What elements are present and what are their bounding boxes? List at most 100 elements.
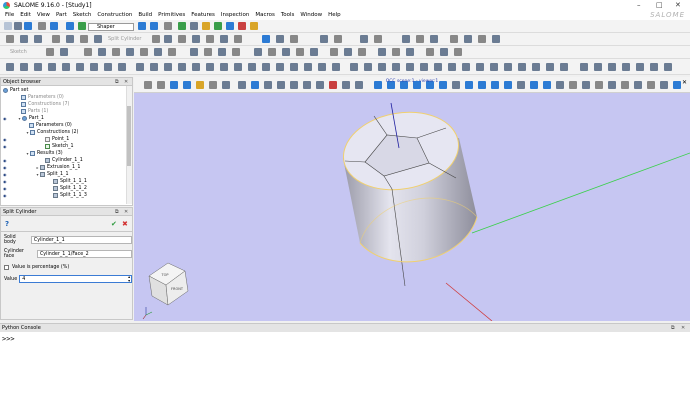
tool-icon[interactable]	[378, 48, 386, 56]
spin-arrows-icon[interactable]: ▴ ▾	[128, 275, 130, 283]
tool-icon[interactable]	[636, 63, 644, 71]
split-cylinder-tool[interactable]: Split Cylinder	[108, 33, 141, 46]
cylinder-face-field[interactable]: Cylinder_1_1/Face_2	[36, 250, 132, 258]
tool-icon[interactable]	[290, 63, 298, 71]
menu-macros[interactable]: Macros	[252, 11, 278, 20]
tree-scrollbar[interactable]	[126, 86, 132, 204]
tool-icon[interactable]	[90, 63, 98, 71]
float-icon[interactable]: ⧉	[115, 208, 119, 216]
tool-icon[interactable]	[268, 48, 276, 56]
tool-icon[interactable]	[416, 35, 424, 43]
tool-icon[interactable]	[262, 35, 270, 43]
tool-icon[interactable]	[532, 63, 540, 71]
tool-icon[interactable]	[164, 35, 172, 43]
tree-item[interactable]: ▸ Extrusion_1_1	[35, 164, 80, 171]
tool-icon[interactable]	[178, 35, 186, 43]
tool-icon[interactable]	[594, 63, 602, 71]
value-input[interactable]: 4	[22, 277, 25, 282]
tool-icon[interactable]	[310, 48, 318, 56]
tool-icon[interactable]	[192, 63, 200, 71]
paravis-icon[interactable]	[226, 22, 234, 30]
tool-icon[interactable]	[296, 48, 304, 56]
cancel-button[interactable]: ✖	[122, 220, 128, 228]
tool-icon[interactable]	[358, 48, 366, 56]
tool-icon[interactable]	[464, 35, 472, 43]
maximize-button[interactable]: □	[656, 0, 663, 11]
eye-icon[interactable]: ◉	[3, 137, 7, 142]
tool-icon[interactable]	[448, 63, 456, 71]
tool-icon[interactable]	[204, 48, 212, 56]
shaper-icon[interactable]	[202, 22, 210, 30]
tool-icon[interactable]	[48, 63, 56, 71]
tool-icon[interactable]	[234, 35, 242, 43]
tool-icon[interactable]	[454, 48, 462, 56]
tool-icon[interactable]	[374, 35, 382, 43]
value-spinbox[interactable]: 4 ▴ ▾	[19, 275, 133, 283]
tool-icon[interactable]	[608, 63, 616, 71]
tool-icon[interactable]	[168, 48, 176, 56]
tool-icon[interactable]	[392, 48, 400, 56]
tool-icon[interactable]	[66, 35, 74, 43]
menu-features[interactable]: Features	[188, 11, 218, 20]
tool-icon[interactable]	[104, 63, 112, 71]
menu-help[interactable]: Help	[325, 11, 344, 20]
smesh-icon[interactable]	[214, 22, 222, 30]
view-cube[interactable]: TOP FRONT	[148, 262, 189, 306]
tool-icon[interactable]	[318, 63, 326, 71]
occ-viewer[interactable]: ✕ OCC scene:1 - viewer:1 TOP FRONT	[134, 77, 690, 321]
tool-icon[interactable]	[476, 63, 484, 71]
eye-icon[interactable]: ◉	[3, 179, 7, 184]
tool-icon[interactable]	[478, 35, 486, 43]
tool-icon[interactable]	[80, 35, 88, 43]
tree-item[interactable]: Part set	[3, 87, 28, 94]
tree-item[interactable]: ▾ Constructions (2)	[25, 129, 78, 136]
float-icon[interactable]: ⧉	[671, 324, 675, 332]
tool-icon[interactable]	[34, 35, 42, 43]
tree-item[interactable]: Cylinder_1_1	[45, 157, 83, 164]
tool-icon[interactable]	[492, 35, 500, 43]
percentage-checkbox[interactable]	[4, 264, 9, 270]
tool-icon[interactable]	[622, 63, 630, 71]
yacs-icon[interactable]	[238, 22, 246, 30]
close-icon[interactable]: ✕	[124, 78, 128, 86]
tool-icon[interactable]	[118, 63, 126, 71]
python-prompt[interactable]: >>>	[2, 335, 15, 343]
tool-icon[interactable]	[332, 63, 340, 71]
tool-icon[interactable]	[152, 35, 160, 43]
tool-icon[interactable]	[76, 63, 84, 71]
tool-icon[interactable]	[276, 35, 284, 43]
tool-icon[interactable]	[190, 48, 198, 56]
menu-construction[interactable]: Construction	[94, 11, 135, 20]
eye-icon[interactable]: ◉	[3, 172, 7, 177]
scrollbar-thumb[interactable]	[127, 106, 131, 166]
tool-icon[interactable]	[560, 63, 568, 71]
mesh-icon[interactable]	[190, 22, 198, 30]
undo-icon[interactable]	[50, 22, 58, 30]
python-console[interactable]: Python Console ⧉ ✕ >>>	[0, 323, 690, 407]
tool-icon[interactable]	[664, 63, 672, 71]
tree-item[interactable]: Parameters (0)	[21, 94, 64, 101]
tool-icon[interactable]	[426, 48, 434, 56]
tree-item[interactable]: ▾ Part_1	[17, 115, 44, 122]
tool-icon[interactable]	[290, 35, 298, 43]
minimize-button[interactable]: –	[637, 0, 641, 11]
tool-icon[interactable]	[254, 48, 262, 56]
eye-icon[interactable]: ◉	[3, 165, 7, 170]
tool-icon[interactable]	[650, 63, 658, 71]
eye-icon[interactable]: ◉	[3, 193, 7, 198]
eye-icon[interactable]: ◉	[3, 158, 7, 163]
tool-icon[interactable]	[150, 63, 158, 71]
tool-icon[interactable]	[206, 35, 214, 43]
tree-item[interactable]: Split_1_1_1	[53, 178, 87, 185]
part-icon[interactable]	[138, 22, 146, 30]
open-icon[interactable]	[14, 22, 22, 30]
tool-icon[interactable]	[60, 48, 68, 56]
tree-item[interactable]: Parts (1)	[21, 108, 48, 115]
tool-icon[interactable]	[164, 63, 172, 71]
menu-file[interactable]: File	[2, 11, 17, 20]
tool-icon[interactable]	[218, 48, 226, 56]
tool-icon[interactable]	[262, 63, 270, 71]
menu-window[interactable]: Window	[297, 11, 325, 20]
tool-icon[interactable]	[6, 63, 14, 71]
tool-icon[interactable]	[350, 63, 358, 71]
